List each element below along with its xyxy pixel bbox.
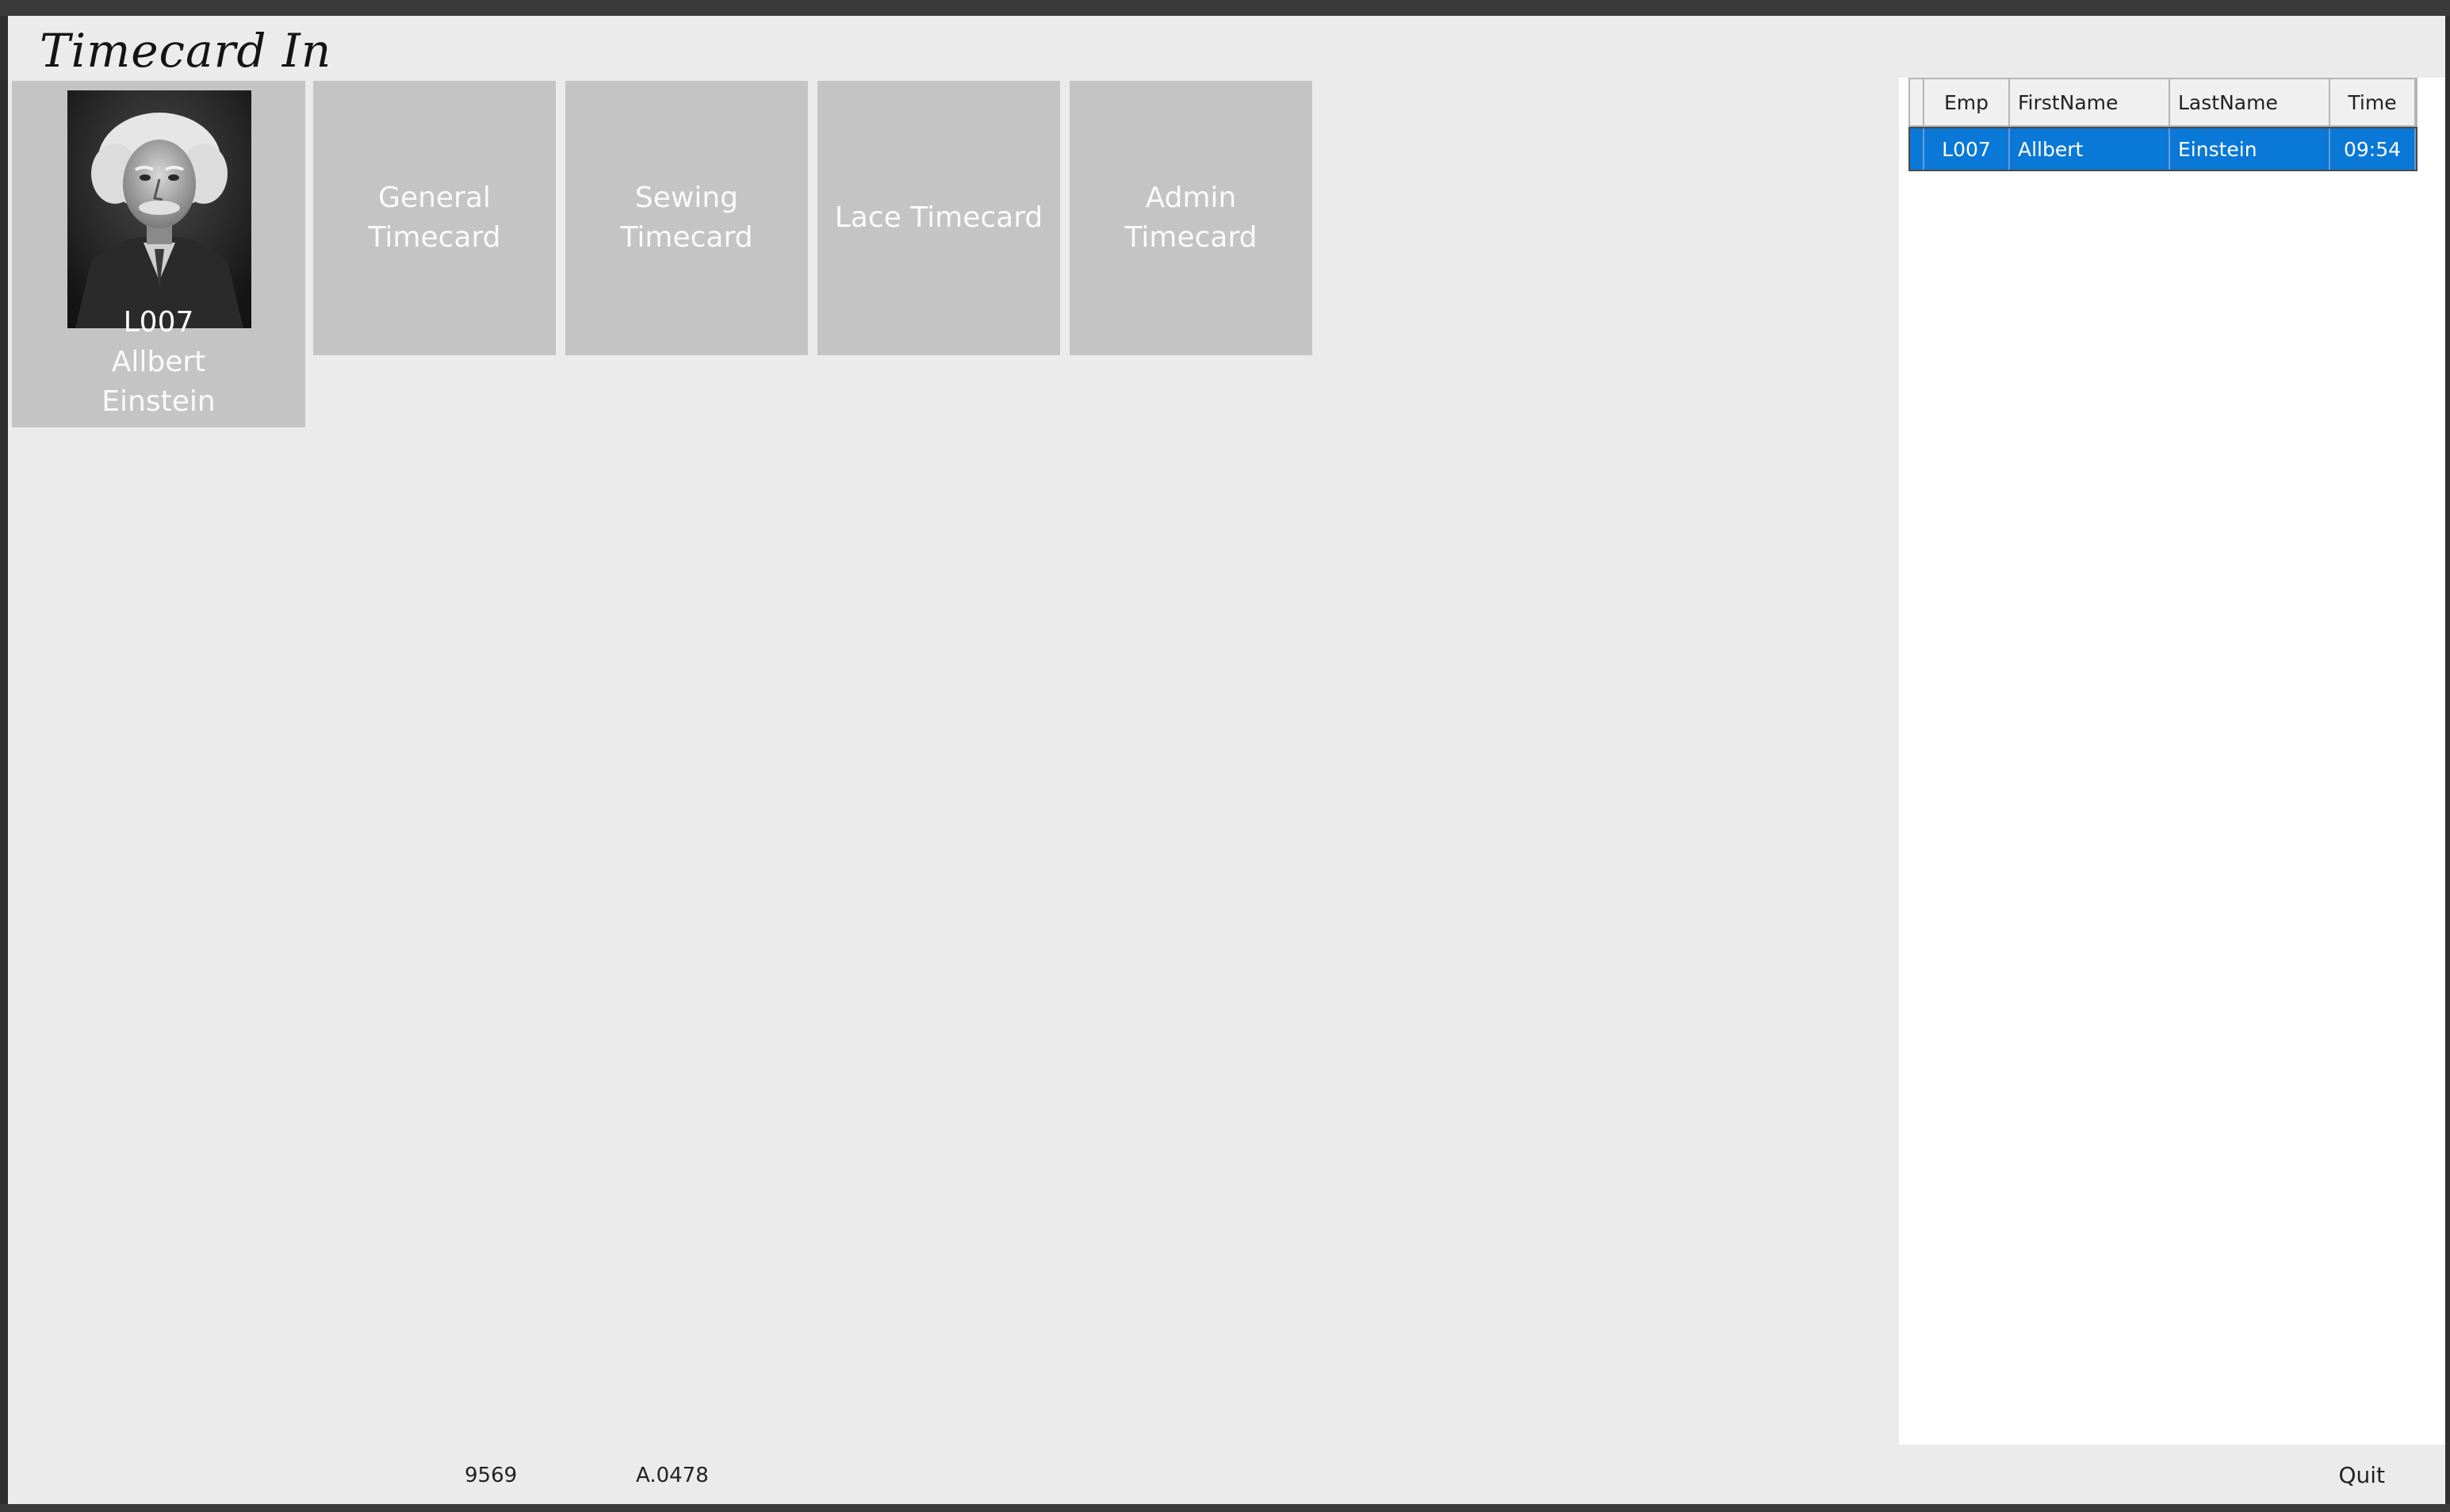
cell-lastname: Einstein	[2170, 128, 2330, 170]
grid-header-row: Emp FirstName LastName Time	[1908, 78, 2417, 127]
employee-first-name: Allbert	[111, 346, 206, 378]
app-window: Timecard In L007 Allbert Einstein Genera…	[8, 16, 2445, 1504]
column-header-emp[interactable]: Emp	[1924, 79, 2010, 125]
timecard-grid-panel: Emp FirstName LastName Time L007 Allbert…	[1899, 78, 2445, 1445]
employee-tile[interactable]: L007 Allbert Einstein	[12, 81, 305, 427]
sewing-timecard-button[interactable]: Sewing Timecard	[565, 81, 808, 355]
status-version: A.0478	[636, 1464, 709, 1487]
quit-button[interactable]: Quit	[2338, 1462, 2385, 1488]
cell-time: 09:54	[2330, 128, 2416, 170]
row-selector[interactable]	[1910, 128, 1924, 170]
row-header-cell	[1910, 79, 1924, 125]
window-top-border	[0, 0, 2450, 16]
cell-emp: L007	[1924, 128, 2010, 170]
cell-firstname: Allbert	[2010, 128, 2170, 170]
employee-last-name: Einstein	[101, 385, 216, 418]
admin-timecard-button[interactable]: Admin Timecard	[1070, 81, 1312, 355]
column-header-lastname[interactable]: LastName	[2170, 79, 2330, 125]
page-title: Timecard In	[40, 24, 332, 78]
column-header-time[interactable]: Time	[2330, 79, 2416, 125]
employee-id: L007	[123, 306, 194, 339]
column-header-firstname[interactable]: FirstName	[2010, 79, 2170, 125]
portrait-image	[67, 90, 251, 328]
status-count: 9569	[465, 1464, 518, 1487]
employee-photo	[67, 90, 251, 328]
window-bottom-border	[0, 1504, 2450, 1512]
table-row[interactable]: L007 Allbert Einstein 09:54	[1908, 127, 2417, 171]
general-timecard-button[interactable]: General Timecard	[313, 81, 556, 355]
employee-info: L007 Allbert Einstein	[12, 303, 305, 422]
lace-timecard-button[interactable]: Lace Timecard	[817, 81, 1060, 355]
